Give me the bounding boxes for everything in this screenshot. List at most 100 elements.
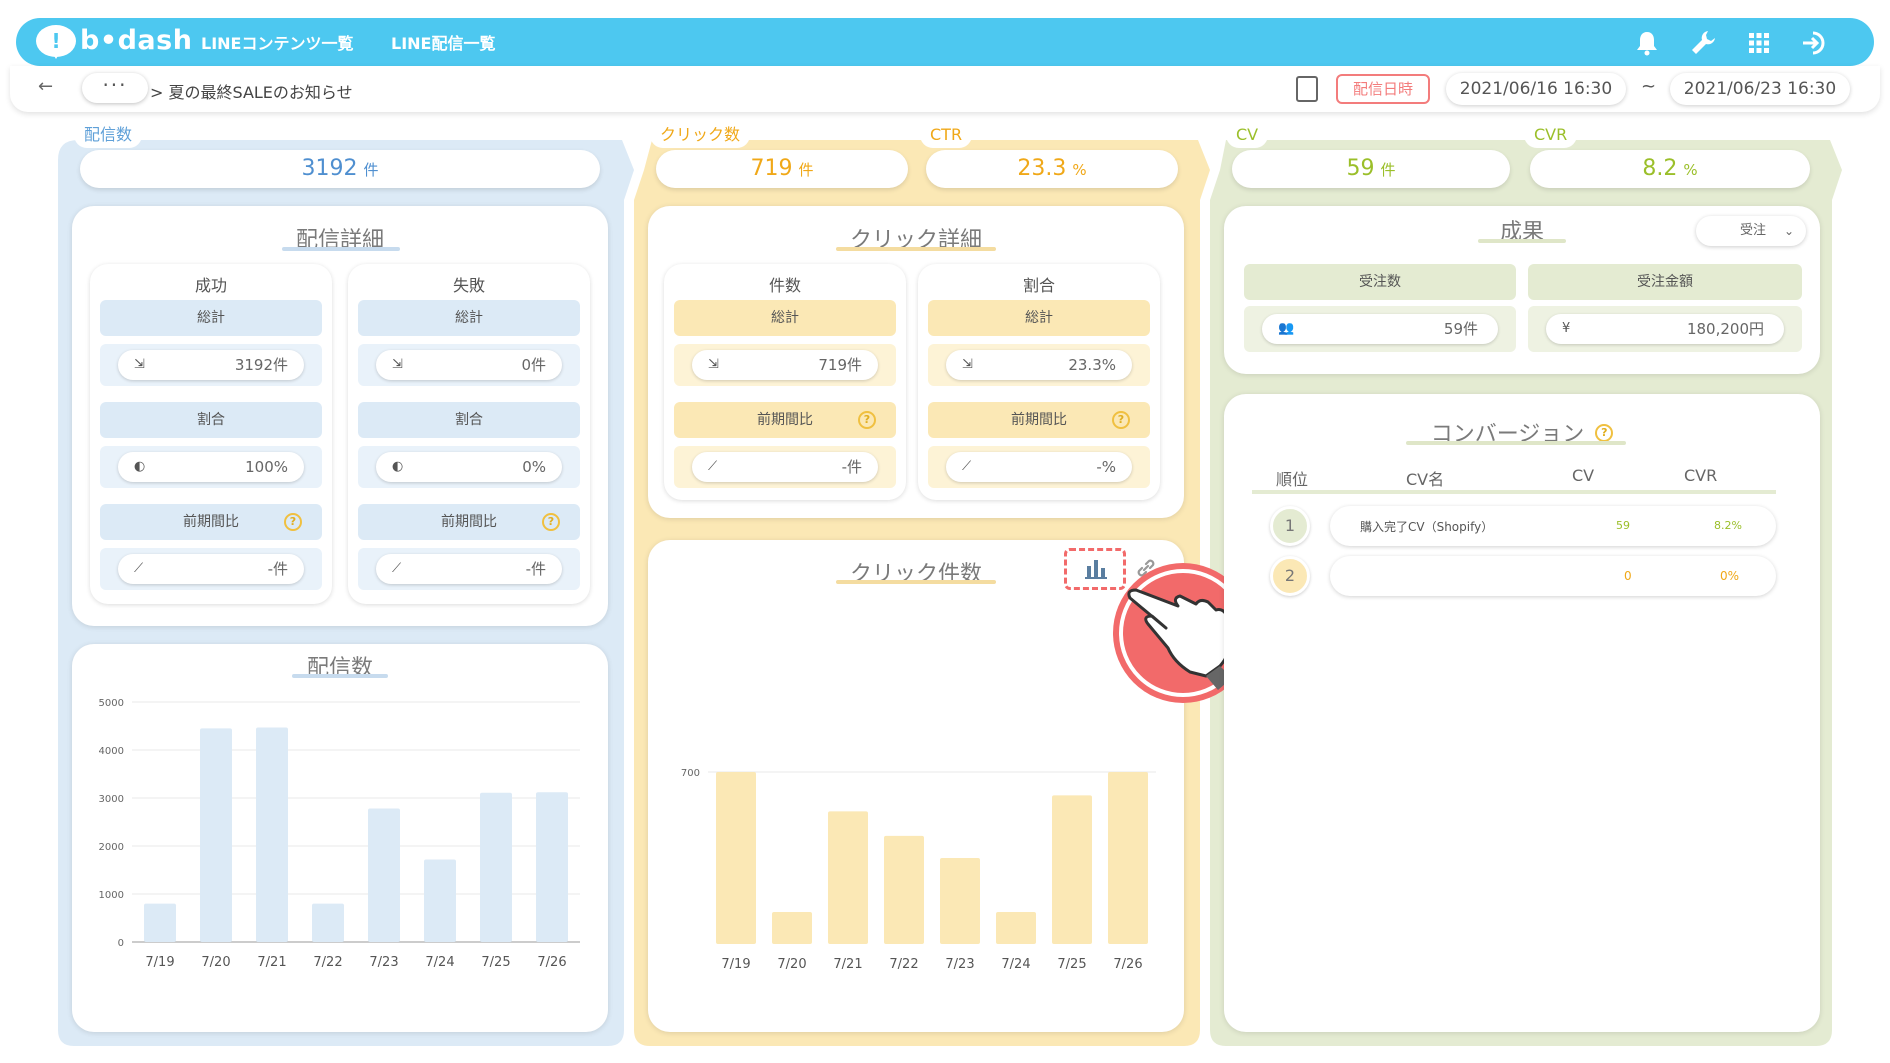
title-underline bbox=[1478, 239, 1566, 243]
result-select[interactable]: 受注 ⌄ bbox=[1696, 216, 1806, 246]
delivery-chart-bar-7[interactable] bbox=[536, 792, 568, 942]
orders-label: 受注数 bbox=[1244, 264, 1516, 300]
click-ratio-total-value: 23.3% bbox=[1068, 356, 1116, 374]
help-icon[interactable]: ? bbox=[542, 513, 560, 531]
click-chart-bar-5[interactable] bbox=[996, 912, 1036, 944]
title-underline bbox=[292, 674, 388, 678]
click-chart-bar-3[interactable] bbox=[884, 835, 924, 944]
failure-ratio-value: 0% bbox=[522, 458, 546, 476]
click-count-unit: 件 bbox=[798, 161, 814, 179]
click-chart-bar-0[interactable] bbox=[716, 772, 756, 944]
orders-pill: 👥 59件 bbox=[1262, 314, 1498, 344]
amount-pill: ¥180,200円 bbox=[1546, 314, 1784, 344]
cv-row-cvr: 0% bbox=[1720, 569, 1740, 583]
users-icon: 👥 bbox=[1278, 321, 1295, 336]
pie-icon: ◐ bbox=[392, 459, 404, 474]
table-row[interactable]: 0 0% bbox=[1330, 556, 1776, 596]
trend-icon: ⟋ bbox=[708, 459, 718, 474]
delivery-chart-xtick-7: 7/26 bbox=[537, 955, 566, 970]
success-ratio-label: 割合 bbox=[100, 402, 322, 438]
delivery-chart-bar-4[interactable] bbox=[368, 808, 400, 942]
cv-kpi: 59 件 bbox=[1232, 150, 1510, 188]
failure-prev-pill: ⟋ -件 bbox=[376, 554, 562, 584]
title-underline bbox=[1406, 441, 1626, 445]
trend-icon: ⟋ bbox=[962, 459, 972, 474]
click-chart-bar-4[interactable] bbox=[940, 858, 980, 944]
click-chart-bar-7[interactable] bbox=[1108, 772, 1148, 944]
cv-row-name: 購入完了CV（Shopify） bbox=[1360, 520, 1494, 534]
amount-label: 受注金額 bbox=[1528, 264, 1802, 300]
delivery-count-value: 3192 bbox=[301, 156, 358, 181]
col-header-cvr: CVR bbox=[1684, 466, 1718, 485]
click-count-total-value: 719件 bbox=[818, 356, 862, 374]
click-ratio-title: 割合 bbox=[1022, 276, 1055, 295]
delivery-bar-chart: 0 1000 2000 3000 4000 5000 7/19 7/20 7/21 7/22 7/2… bbox=[72, 690, 608, 990]
click-chart-xtick-3: 7/22 bbox=[889, 957, 918, 972]
delivery-chart-bar-6[interactable] bbox=[480, 792, 512, 942]
bar-chart-icon[interactable] bbox=[1084, 556, 1108, 580]
success-prev-value: -件 bbox=[267, 560, 288, 578]
click-count-prev-value: -件 bbox=[841, 458, 862, 476]
cv-row-cv: 0 bbox=[1624, 569, 1632, 583]
title-underline bbox=[282, 247, 400, 251]
delivery-chart-ytick-0: 0 bbox=[118, 938, 124, 949]
cvr-tag: CVR bbox=[1524, 122, 1578, 148]
ctr-unit: % bbox=[1072, 161, 1087, 179]
delivery-count-unit: 件 bbox=[363, 161, 379, 179]
result-select-value: 受注 bbox=[1740, 223, 1767, 238]
delivery-chart-xtick-0: 7/19 bbox=[145, 955, 174, 970]
success-prev-pill: ⟋ -件 bbox=[118, 554, 304, 584]
col-header-cv: CV bbox=[1572, 466, 1595, 485]
delivery-chart-ytick-1: 1000 bbox=[99, 890, 124, 901]
ctr-kpi: 23.3% bbox=[926, 150, 1178, 188]
click-count-prev-pill: ⟋ -件 bbox=[692, 452, 878, 482]
delivery-count-tag: 配信数 bbox=[74, 122, 143, 148]
delivery-chart-bar-3[interactable] bbox=[312, 903, 344, 942]
failure-ratio-label: 割合 bbox=[358, 402, 580, 438]
col-header-rank: 順位 bbox=[1276, 470, 1309, 489]
click-ratio-prev-value: -% bbox=[1096, 458, 1116, 476]
click-chart-xtick-6: 7/25 bbox=[1057, 957, 1086, 972]
click-chart-xtick-1: 7/20 bbox=[777, 957, 806, 972]
delivery-chart-bar-5[interactable] bbox=[424, 859, 456, 942]
table-row[interactable]: 購入完了CV（Shopify） 59 8.2% bbox=[1330, 506, 1776, 546]
ctr-tag: CTR bbox=[920, 122, 973, 148]
help-icon[interactable]: ? bbox=[1112, 411, 1130, 429]
help-icon[interactable]: ? bbox=[1595, 424, 1614, 442]
success-total-value: 3192件 bbox=[234, 356, 288, 374]
click-count-value: 719 bbox=[750, 156, 793, 181]
click-count-kpi: 719 件 bbox=[656, 150, 908, 188]
failure-ratio-pill: ◐ 0% bbox=[376, 452, 562, 482]
delivery-count-kpi: 3192 件 bbox=[80, 150, 600, 188]
click-chart-xtick-4: 7/23 bbox=[945, 957, 974, 972]
send-icon: ⇲ bbox=[962, 357, 973, 372]
orders-value: 59件 bbox=[1443, 320, 1478, 338]
help-icon[interactable]: ? bbox=[284, 513, 302, 531]
click-chart-bar-1[interactable] bbox=[772, 912, 812, 944]
failure-total-pill: ⇲ 0件 bbox=[376, 350, 562, 380]
click-chart-xtick-2: 7/21 bbox=[833, 957, 862, 972]
delivery-chart-bar-0[interactable] bbox=[144, 903, 176, 942]
click-chart-bar-6[interactable] bbox=[1052, 795, 1092, 944]
cv-tag: CV bbox=[1226, 122, 1269, 148]
cvr-value: 8.2 bbox=[1642, 156, 1678, 181]
trend-icon: ⟋ bbox=[134, 561, 144, 576]
title-underline bbox=[836, 580, 996, 584]
delivery-chart-ytick-4: 4000 bbox=[99, 746, 124, 757]
money-icon: ¥ bbox=[1562, 321, 1571, 336]
cvr-unit: % bbox=[1683, 161, 1698, 179]
help-icon[interactable]: ? bbox=[858, 411, 876, 429]
delivery-chart-bar-1[interactable] bbox=[200, 728, 232, 942]
click-chart-bar-2[interactable] bbox=[828, 811, 868, 944]
trend-icon: ⟋ bbox=[392, 561, 402, 576]
delivery-chart-xtick-6: 7/25 bbox=[481, 955, 510, 970]
delivery-chart-svg: 0 1000 2000 3000 4000 5000 7/19 7/20 7/21 7/22 7/2… bbox=[99, 698, 580, 970]
delivery-chart-xtick-2: 7/21 bbox=[257, 955, 286, 970]
click-chart-xtick-0: 7/19 bbox=[721, 957, 750, 972]
chevron-down-icon: ⌄ bbox=[1783, 224, 1794, 238]
delivery-chart-bar-2[interactable] bbox=[256, 727, 288, 942]
click-chart-xtick-5: 7/24 bbox=[1001, 957, 1030, 972]
cvr-kpi: 8.2% bbox=[1530, 150, 1810, 188]
col-header-cv-name: CV名 bbox=[1406, 470, 1445, 489]
failure-total-label: 総計 bbox=[358, 300, 580, 336]
